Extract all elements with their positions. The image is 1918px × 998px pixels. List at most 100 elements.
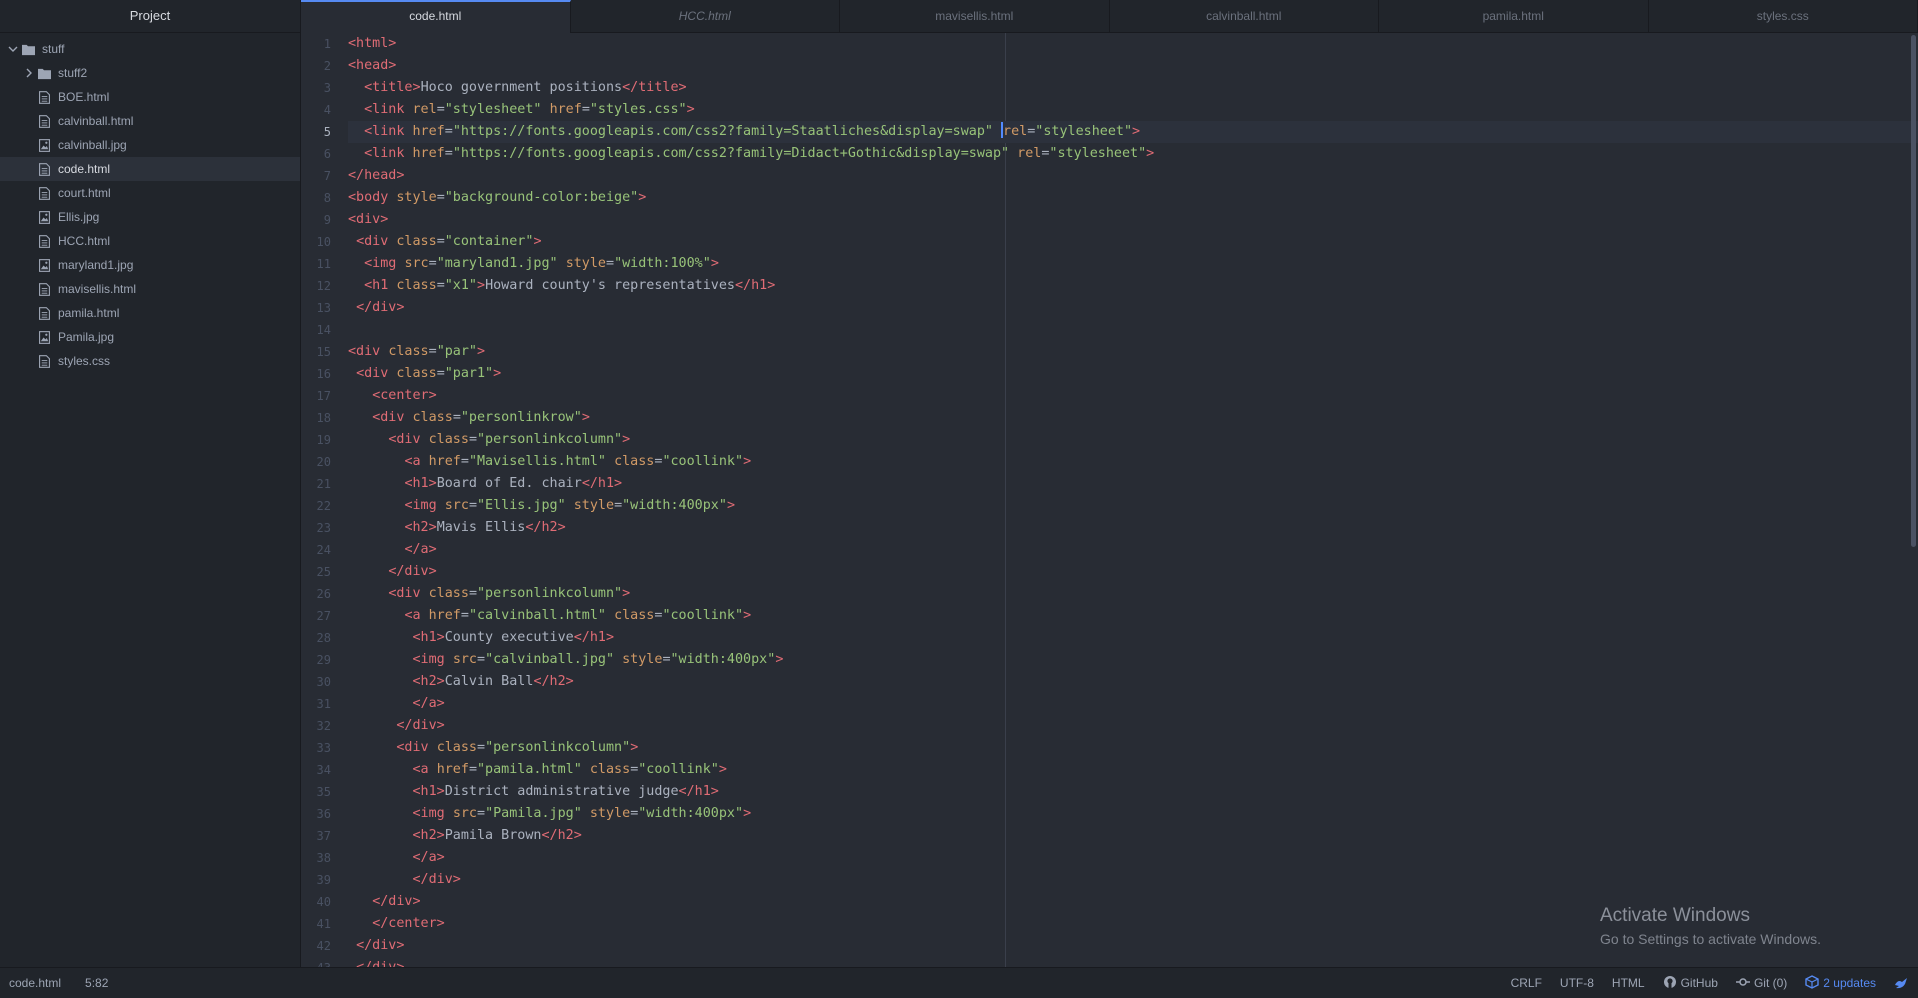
code-line[interactable]: </head> (348, 165, 1918, 187)
code-token: class (589, 762, 631, 777)
code-line[interactable] (348, 319, 1918, 341)
code-token: = (477, 652, 486, 667)
code-line[interactable]: <a href="pamila.html" class="coollink"> (348, 759, 1918, 781)
code-token: "personlinkcolumn" (477, 432, 623, 447)
code-line[interactable]: <h2>Calvin Ball</h2> (348, 671, 1918, 693)
code-token: = (436, 278, 445, 293)
code-line[interactable]: </div> (348, 715, 1918, 737)
code-line[interactable]: </a> (348, 847, 1918, 869)
code-editor[interactable]: 1 2 3 4 5 6 7 8 9 10 11 12 13 14 15 16 17 18 19 20 21 22 23 24 2… (301, 33, 1918, 968)
tree-file[interactable]: HCC.html (0, 229, 300, 253)
code-line[interactable]: <link href="https://fonts.googleapis.com… (348, 143, 1918, 165)
code-line[interactable]: <div class="par"> (348, 341, 1918, 363)
code-line[interactable]: <div class="par1"> (348, 363, 1918, 385)
status-line-ending[interactable]: CRLF (1511, 976, 1542, 990)
tree-file[interactable]: mavisellis.html (0, 277, 300, 301)
tree-file[interactable]: code.html (0, 157, 300, 181)
code-line[interactable]: <img src="Pamila.jpg" style="width:400px… (348, 803, 1918, 825)
status-cursor-position[interactable]: 5:82 (85, 976, 108, 990)
code-token: <a (412, 762, 437, 777)
line-number: 31 (316, 697, 331, 711)
code-line[interactable]: <h2>Mavis Ellis</h2> (348, 517, 1918, 539)
code-line[interactable]: <link href="https://fonts.googleapis.com… (348, 121, 1918, 143)
tree-file[interactable]: calvinball.jpg (0, 133, 300, 157)
tree-file[interactable]: pamila.html (0, 301, 300, 325)
code-token: </head> (348, 168, 405, 183)
status-encoding[interactable]: UTF-8 (1560, 976, 1594, 990)
tab-calvinball-html[interactable]: calvinball.html (1110, 0, 1379, 32)
code-token: = (436, 366, 445, 381)
status-updates-button[interactable]: 2 updates (1805, 974, 1876, 992)
code-line[interactable]: <title>Hoco government positions</title> (348, 77, 1918, 99)
code-line[interactable]: </div> (348, 297, 1918, 319)
code-line[interactable]: <a href="calvinball.html" class="coollin… (348, 605, 1918, 627)
code-area[interactable]: <html> <head> <title>Hoco government posi… (348, 33, 1918, 968)
code-line[interactable]: <div class="personlinkrow"> (348, 407, 1918, 429)
bird-icon[interactable] (1894, 976, 1908, 990)
tree-file[interactable]: calvinball.html (0, 109, 300, 133)
tree-file[interactable]: court.html (0, 181, 300, 205)
code-line[interactable]: <div class="container"> (348, 231, 1918, 253)
tab-mavisellis-html[interactable]: mavisellis.html (840, 0, 1110, 32)
tree-file[interactable]: Ellis.jpg (0, 205, 300, 229)
code-line[interactable]: <h2>Pamila Brown</h2> (348, 825, 1918, 847)
code-line[interactable]: <div class="personlinkcolumn"> (348, 737, 1918, 759)
code-token: = (662, 652, 671, 667)
code-line[interactable]: </a> (348, 693, 1918, 715)
code-line[interactable]: <div> (348, 209, 1918, 231)
code-line[interactable]: <body style="background-color:beige"> (348, 187, 1918, 209)
code-token: src (452, 806, 477, 821)
tab-pamila-html[interactable]: pamila.html (1379, 0, 1649, 32)
code-line[interactable]: <div class="personlinkcolumn"> (348, 429, 1918, 451)
tree-root-folder[interactable]: stuff (0, 37, 300, 61)
folder-icon (36, 66, 52, 80)
status-git-button[interactable]: Git (0) (1735, 975, 1787, 992)
tab-hcc-html[interactable]: HCC.html (571, 0, 840, 32)
code-line[interactable]: <img src="calvinball.jpg" style="width:4… (348, 649, 1918, 671)
code-line[interactable]: <img src="Ellis.jpg" style="width:400px"… (348, 495, 1918, 517)
tree-file[interactable]: maryland1.jpg (0, 253, 300, 277)
code-token: "personlinkcolumn" (477, 586, 623, 601)
code-line[interactable]: <a href="Mavisellis.html" class="coollin… (348, 451, 1918, 473)
code-line[interactable]: </div> (348, 561, 1918, 583)
code-token: <img (412, 652, 453, 667)
line-number: 37 (316, 829, 331, 843)
code-token: </title> (622, 80, 687, 95)
status-grammar[interactable]: HTML (1612, 976, 1645, 990)
code-token: href (428, 608, 461, 623)
code-line[interactable]: <h1 class="x1">Howard county's represent… (348, 275, 1918, 297)
code-line[interactable]: </div> (348, 869, 1918, 891)
file-icon (36, 90, 52, 104)
tab-code-html[interactable]: code.html (301, 0, 571, 33)
status-file-name[interactable]: code.html (9, 976, 61, 990)
code-token: <div (356, 366, 397, 381)
code-token: = (468, 762, 477, 777)
code-token: src (444, 498, 469, 513)
tab-styles-css[interactable]: styles.css (1649, 0, 1918, 32)
status-github-button[interactable]: GitHub (1663, 975, 1718, 992)
code-line[interactable]: <link rel="stylesheet" href="styles.css"… (348, 99, 1918, 121)
chevron-right-icon[interactable] (22, 66, 36, 80)
code-line[interactable]: <h1>County executive</h1> (348, 627, 1918, 649)
code-line[interactable]: <h1>Board of Ed. chair</h1> (348, 473, 1918, 495)
vertical-scrollbar[interactable] (1911, 35, 1916, 547)
code-line[interactable]: <head> (348, 55, 1918, 77)
file-icon (36, 306, 52, 320)
tree-folder[interactable]: stuff2 (0, 61, 300, 85)
chevron-down-icon[interactable] (6, 42, 20, 56)
line-number: 25 (316, 565, 331, 579)
code-line[interactable]: <h1>District administrative judge</h1> (348, 781, 1918, 803)
code-line[interactable]: <html> (348, 33, 1918, 55)
tree-file[interactable]: BOE.html (0, 85, 300, 109)
code-token: <img (404, 498, 445, 513)
tree-file[interactable]: Pamila.jpg (0, 325, 300, 349)
code-line[interactable]: <img src="maryland1.jpg" style="width:10… (348, 253, 1918, 275)
code-line[interactable]: <center> (348, 385, 1918, 407)
code-token: </div> (356, 938, 405, 953)
code-line[interactable]: <div class="personlinkcolumn"> (348, 583, 1918, 605)
code-line[interactable]: </a> (348, 539, 1918, 561)
tree-file[interactable]: styles.css (0, 349, 300, 373)
